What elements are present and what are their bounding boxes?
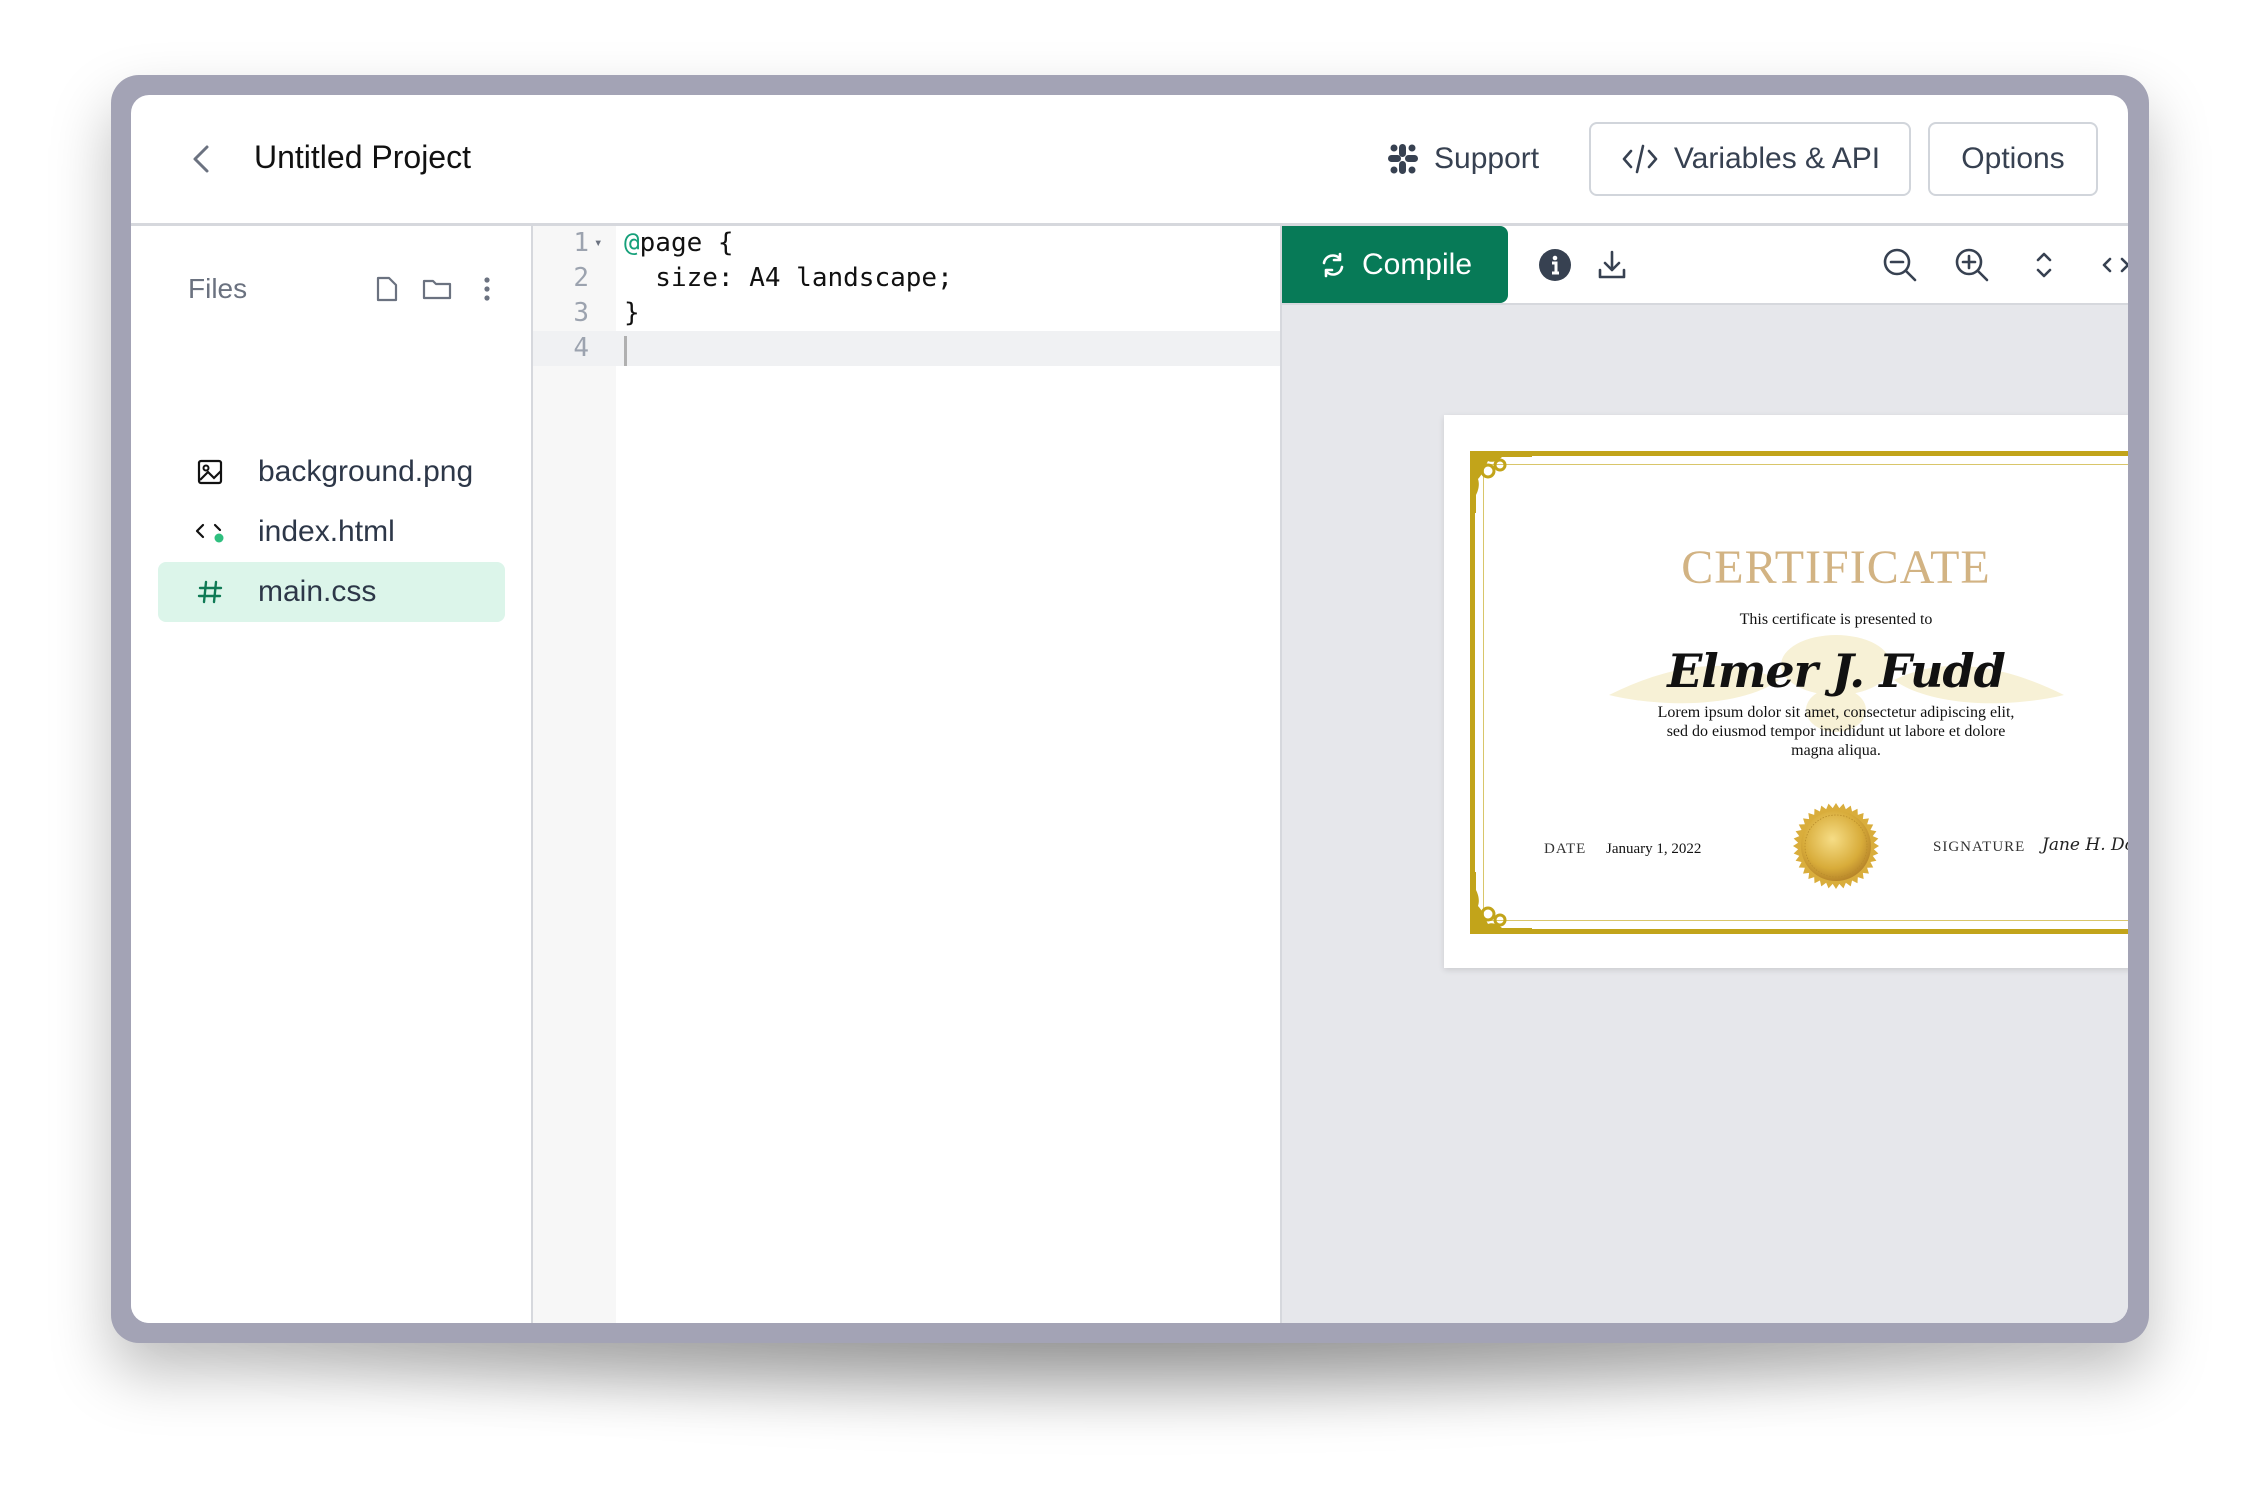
chevron-left-icon bbox=[193, 145, 209, 173]
preview-toolbar: Compile bbox=[1282, 226, 2128, 305]
code-text: size: A4 landscape; bbox=[624, 263, 953, 293]
signature-value: Jane H. Doe bbox=[2042, 835, 2128, 855]
file-name: background.png bbox=[258, 455, 474, 488]
sidebar-actions bbox=[372, 274, 502, 304]
zoom-in-button[interactable] bbox=[1953, 246, 1991, 284]
slack-icon bbox=[1388, 144, 1418, 174]
file-item-index-html[interactable]: index.html bbox=[158, 502, 505, 562]
project-title: Untitled Project bbox=[254, 139, 471, 175]
certificate-subtitle: This certificate is presented to bbox=[1739, 611, 1933, 628]
corner-ornament-icon bbox=[1470, 451, 1532, 513]
download-icon bbox=[1598, 250, 1626, 279]
compile-label: Compile bbox=[1361, 247, 1473, 281]
support-link[interactable]: Support bbox=[1386, 137, 1539, 181]
options-button[interactable]: Options bbox=[1928, 122, 2098, 196]
app-window: Untitled Project Support Variables & API… bbox=[131, 95, 2128, 1323]
new-file-icon[interactable] bbox=[372, 274, 402, 304]
chevron-left-right-icon bbox=[2102, 257, 2128, 273]
chevron-up-down-icon bbox=[2036, 252, 2052, 278]
new-folder-icon[interactable] bbox=[422, 274, 452, 304]
certificate-title: CERTIFICATE bbox=[1681, 541, 1991, 594]
code-editor[interactable]: 1 ▾ @page { 2 size: A4 landscape; 3 } 4 bbox=[533, 226, 1282, 1323]
code-line: 3 } bbox=[533, 296, 1280, 331]
gold-seal-icon bbox=[1793, 803, 1879, 889]
certificate-page: CERTIFICATE This certificate is presente… bbox=[1444, 415, 2128, 968]
zoom-in-icon bbox=[1955, 248, 1989, 282]
fit-width-button[interactable] bbox=[2097, 246, 2128, 284]
code-line: 4 bbox=[533, 331, 1280, 366]
code-text: @page { bbox=[624, 228, 734, 258]
date-label: DATE bbox=[1544, 841, 1587, 857]
date-value: January 1, 2022 bbox=[1606, 841, 1702, 857]
code-text: } bbox=[624, 298, 640, 328]
recipient-name: Elmer J. Fudd bbox=[1667, 644, 2006, 698]
certificate-body: Lorem ipsum dolor sit amet, consectetur … bbox=[1657, 704, 2015, 759]
line-number: 1 bbox=[573, 228, 589, 258]
support-label: Support bbox=[1434, 142, 1540, 175]
image-icon bbox=[190, 459, 230, 485]
signature-label: SIGNATURE bbox=[1933, 839, 2026, 855]
code-line: 1 ▾ @page { bbox=[533, 226, 1280, 261]
header: Untitled Project Support Variables & API… bbox=[131, 95, 2128, 226]
variables-api-button[interactable]: Variables & API bbox=[1589, 122, 1911, 196]
options-label: Options bbox=[1961, 142, 2065, 175]
back-button[interactable] bbox=[183, 139, 219, 179]
zoom-out-icon bbox=[1883, 248, 1917, 282]
line-number: 3 bbox=[573, 298, 589, 328]
file-sidebar: Files background.png index.html main.css bbox=[131, 226, 533, 1323]
refresh-icon bbox=[1322, 252, 1344, 277]
file-item-background-png[interactable]: background.png bbox=[158, 442, 505, 502]
file-name: main.css bbox=[258, 575, 377, 608]
files-label: Files bbox=[188, 273, 248, 304]
more-options-icon[interactable] bbox=[472, 274, 502, 304]
file-name: index.html bbox=[258, 515, 395, 548]
hash-icon bbox=[190, 579, 230, 605]
variables-api-label: Variables & API bbox=[1673, 142, 1881, 175]
line-number: 4 bbox=[573, 333, 589, 363]
file-item-main-css[interactable]: main.css bbox=[158, 562, 505, 622]
info-icon bbox=[1539, 249, 1571, 281]
preview-pane: Compile CERTIFICATE This certificate is … bbox=[1282, 226, 2128, 1323]
code-line: 2 size: A4 landscape; bbox=[533, 261, 1280, 296]
download-button[interactable] bbox=[1593, 246, 1631, 284]
code-icon bbox=[190, 518, 230, 546]
line-number: 2 bbox=[573, 263, 589, 293]
info-button[interactable] bbox=[1536, 246, 1574, 284]
code-slash-icon bbox=[1622, 144, 1658, 174]
compile-button[interactable]: Compile bbox=[1282, 226, 1508, 303]
line-number-gutter bbox=[533, 226, 616, 1323]
text-cursor bbox=[624, 336, 627, 366]
zoom-out-button[interactable] bbox=[1881, 246, 1919, 284]
corner-ornament-icon bbox=[1470, 872, 1532, 934]
fit-height-button[interactable] bbox=[2025, 246, 2063, 284]
fold-arrow-icon[interactable]: ▾ bbox=[594, 226, 602, 261]
